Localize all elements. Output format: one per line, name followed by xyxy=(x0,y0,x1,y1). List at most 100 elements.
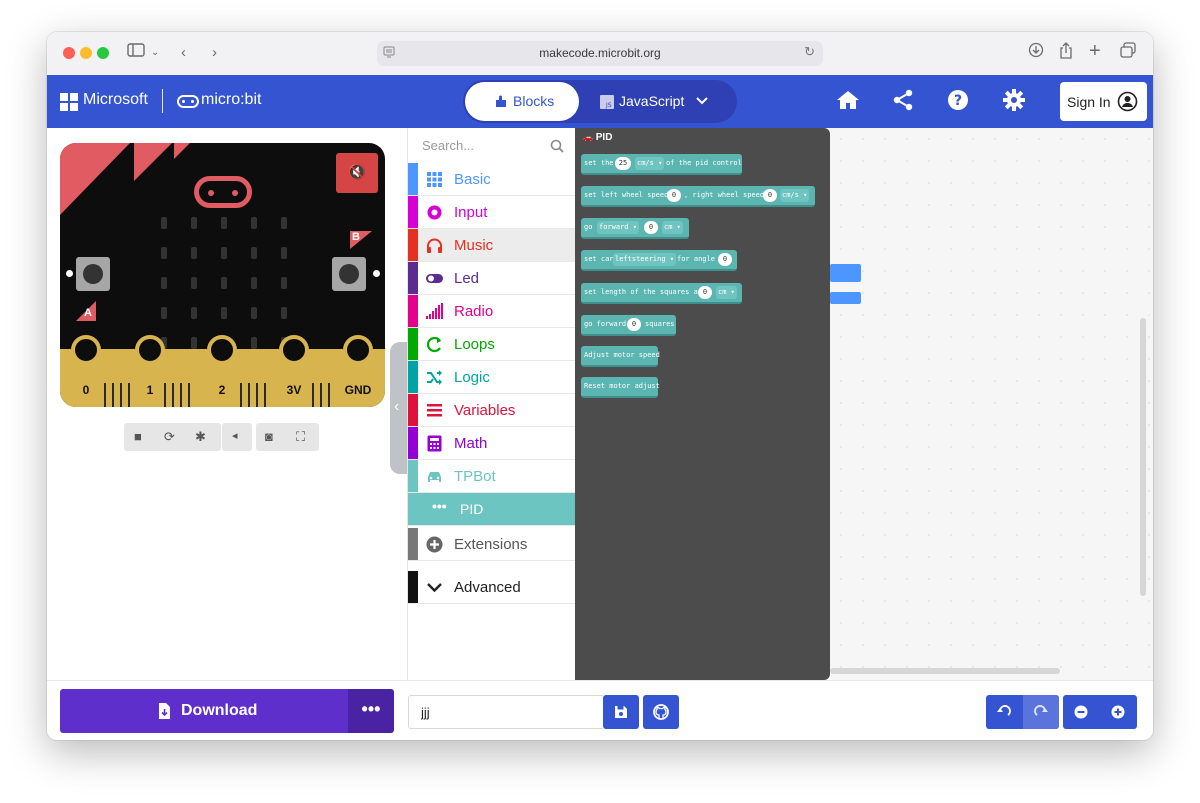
zoom-in-button[interactable] xyxy=(1100,695,1137,729)
brand-divider xyxy=(162,89,163,113)
save-button[interactable] xyxy=(603,695,639,729)
toolbox-category-extensions[interactable]: Extensions xyxy=(408,528,576,561)
undo-icon xyxy=(997,705,1011,716)
pin-3v[interactable] xyxy=(279,335,309,365)
pin-2[interactable] xyxy=(207,335,237,365)
download-icon xyxy=(159,703,170,719)
pid-flyout: 🚗 PID set the 25 cm/s ▾ of the pid contr… xyxy=(575,128,830,680)
category-label: Music xyxy=(454,237,494,254)
project-name-input[interactable] xyxy=(408,695,603,729)
block-set-car-steering[interactable]: set car leftsteering ▾ for angle 0 xyxy=(581,250,737,271)
block-set-wheel-speed[interactable]: set left wheel speed 0 , right wheel spe… xyxy=(581,186,815,207)
screenshot-icon[interactable]: ◙ xyxy=(265,429,273,444)
toolbox-category-variables[interactable]: Variables xyxy=(408,394,576,427)
sign-in-button[interactable]: Sign In xyxy=(1060,82,1147,121)
car-icon xyxy=(428,472,441,482)
block-set-pid-control[interactable]: set the 25 cm/s ▾ of the pid control xyxy=(581,154,742,175)
toolbox-category-basic[interactable]: Basic xyxy=(408,163,576,196)
tab-blocks[interactable]: Blocks xyxy=(465,82,579,121)
reload-icon[interactable]: ↻ xyxy=(804,44,815,60)
workspace-block[interactable] xyxy=(830,292,861,304)
restart-icon[interactable]: ⟳ xyxy=(164,429,175,445)
category-label: Math xyxy=(454,435,488,452)
stop-icon[interactable]: ■ xyxy=(134,429,142,444)
workspace-block[interactable] xyxy=(830,264,861,282)
block-reset-motor-adjust[interactable]: Reset motor adjust xyxy=(581,377,660,398)
tabs-overview-icon[interactable] xyxy=(1120,42,1136,65)
pin-gnd[interactable] xyxy=(343,335,373,365)
undo-button[interactable] xyxy=(986,695,1022,729)
category-label: TPBot xyxy=(454,468,496,485)
toolbox-search[interactable]: Search... xyxy=(408,128,576,164)
minimize-window-button[interactable] xyxy=(80,47,92,59)
calculator-icon xyxy=(427,435,442,452)
logo-touch-sensor[interactable] xyxy=(194,176,252,208)
search-input[interactable]: Search... xyxy=(422,138,474,153)
share-icon[interactable] xyxy=(1059,42,1073,66)
zoom-window-button[interactable] xyxy=(97,47,109,59)
toolbox-category-led[interactable]: Led xyxy=(408,262,576,295)
block-set-square-length[interactable]: set length of the squares as 0 cm ▾ xyxy=(581,283,742,304)
tab-blocks-label: Blocks xyxy=(513,93,555,109)
downloads-icon[interactable] xyxy=(1028,42,1044,65)
help-icon[interactable]: ? xyxy=(947,89,969,116)
back-icon[interactable]: ‹ xyxy=(181,42,186,64)
download-button[interactable]: Download xyxy=(60,689,348,733)
pin-0[interactable] xyxy=(71,335,101,365)
mute-icon[interactable]: 🔇 xyxy=(336,153,378,193)
toolbox-category-logic[interactable]: Logic xyxy=(408,361,576,394)
toolbox-category-input[interactable]: Input xyxy=(408,196,576,229)
block-adjust-motor-speed[interactable]: Adjust motor speed xyxy=(581,346,660,367)
volume-icon[interactable]: ◂ xyxy=(232,429,238,442)
fullscreen-icon[interactable]: ⛶ xyxy=(296,429,305,445)
js-icon: JS xyxy=(600,95,614,109)
button-a[interactable] xyxy=(76,257,110,291)
close-window-button[interactable] xyxy=(63,47,75,59)
debug-icon[interactable]: ✱ xyxy=(195,429,206,445)
gear-icon[interactable] xyxy=(1003,89,1025,116)
category-label: Advanced xyxy=(454,579,521,596)
grid-icon xyxy=(427,172,442,187)
github-button[interactable] xyxy=(643,695,679,729)
block-go-forward-squares[interactable]: go forward 0 squares xyxy=(581,315,676,336)
address-bar[interactable]: makecode.microbit.org ↻ xyxy=(377,41,823,66)
toolbox-category-advanced[interactable]: Advanced xyxy=(408,571,576,604)
save-icon xyxy=(615,706,627,718)
toolbox-category-music[interactable]: Music xyxy=(408,229,576,262)
toolbox-category-radio[interactable]: Radio xyxy=(408,295,576,328)
forward-icon[interactable]: › xyxy=(212,42,217,64)
editor-toggle: Blocks JS JavaScript xyxy=(463,80,737,123)
toolbox-category-tpbot[interactable]: TPBot xyxy=(408,460,576,493)
minus-circle-icon xyxy=(1074,705,1088,719)
new-tab-icon[interactable]: + xyxy=(1089,40,1101,62)
language-dropdown-icon[interactable] xyxy=(696,92,708,108)
button-a-label: A xyxy=(84,307,92,319)
download-more-button[interactable]: ••• xyxy=(348,689,394,733)
redo-button[interactable] xyxy=(1023,695,1059,729)
pin-1[interactable] xyxy=(135,335,165,365)
browser-window: ⌄ ‹ › makecode.microbit.org ↻ + Microsof… xyxy=(47,32,1153,740)
toolbox-category-pid[interactable]: ••• PID xyxy=(408,493,576,526)
search-icon[interactable] xyxy=(550,139,564,153)
horizontal-scrollbar[interactable] xyxy=(830,668,1060,674)
share-icon[interactable] xyxy=(892,89,914,116)
zoom-out-button[interactable] xyxy=(1063,695,1100,729)
tab-javascript[interactable]: JS JavaScript xyxy=(581,82,691,121)
block-go-forward-cm[interactable]: go forward ▾ 0 cm ▾ xyxy=(581,218,689,239)
chevron-down-icon[interactable]: ⌄ xyxy=(151,42,159,64)
url-text: makecode.microbit.org xyxy=(539,46,661,60)
toolbox-category-loops[interactable]: Loops xyxy=(408,328,576,361)
microbit-brand[interactable]: micro:bit xyxy=(201,91,261,109)
simulator-controls: ■ ⟳ ✱ xyxy=(124,423,221,451)
button-b[interactable] xyxy=(332,257,366,291)
category-label: Variables xyxy=(454,402,516,419)
toolbox-category-math[interactable]: Math xyxy=(408,427,576,460)
vertical-scrollbar[interactable] xyxy=(1140,318,1146,596)
simulator-panel: 🔇 A B 0 1 2 3V GND ■ ⟳ ✱ ◂ ◙ ⛶ ‹ xyxy=(47,128,410,680)
sidebar-icon[interactable] xyxy=(127,42,145,64)
home-icon[interactable] xyxy=(836,89,860,116)
microsoft-brand[interactable]: Microsoft xyxy=(83,91,148,109)
blocks-workspace[interactable] xyxy=(830,128,1153,680)
simulator-sound: ◂ xyxy=(222,423,252,451)
flyout-title-label: PID xyxy=(595,132,613,143)
